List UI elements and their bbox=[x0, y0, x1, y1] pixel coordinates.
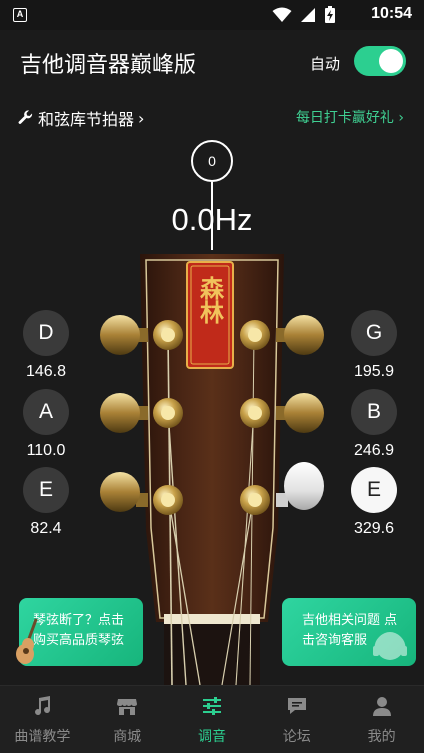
battery-icon bbox=[325, 6, 335, 23]
string-button-low-e[interactable]: E bbox=[23, 467, 69, 513]
auto-mode-label: 自动 bbox=[309, 55, 340, 73]
tuning-peg-right-1[interactable] bbox=[276, 315, 324, 355]
string-frequency-d: 146.8 bbox=[25, 363, 67, 380]
tab-forum[interactable]: 论坛 bbox=[254, 686, 339, 753]
chord-library-link[interactable]: 和弦库节拍器 › bbox=[18, 106, 144, 130]
status-bar: A 10:54 bbox=[0, 0, 424, 30]
clock: 10:54 bbox=[371, 5, 412, 22]
string-frequency-low-e: 82.4 bbox=[30, 520, 62, 537]
app-notification-icon: A bbox=[13, 8, 27, 22]
status-icons bbox=[272, 6, 336, 24]
toggle-knob bbox=[379, 49, 403, 73]
frequency-readout: 0.0Hz bbox=[171, 202, 253, 237]
tuner-stage: 森林 0 0.0Hz D 146.8 A 110.0 E 82.4 G 195.… bbox=[0, 130, 424, 685]
guitar-icon bbox=[16, 618, 38, 664]
tuning-peg-left-1[interactable] bbox=[100, 315, 148, 355]
string-frequency-high-e: 329.6 bbox=[353, 520, 395, 537]
tab-sheet-music[interactable]: 曲谱教学 bbox=[0, 686, 85, 753]
buy-strings-card[interactable]: 琴弦断了？点击 购买高品质琴弦 bbox=[16, 598, 143, 666]
tuning-post bbox=[153, 320, 183, 350]
string-button-b[interactable]: B bbox=[351, 389, 397, 435]
chevron-right-icon: › bbox=[398, 110, 404, 126]
sub-bar: 和弦库节拍器 › 每日打卡赢好礼 › bbox=[0, 104, 424, 130]
string-frequency-a: 110.0 bbox=[26, 442, 66, 459]
wifi-icon bbox=[272, 7, 292, 22]
string-button-a[interactable]: A bbox=[23, 389, 69, 435]
string-frequency-g: 195.9 bbox=[353, 363, 395, 380]
tuning-peg-left-3[interactable] bbox=[100, 472, 148, 512]
page-title: 吉他调音器巅峰版 bbox=[20, 53, 197, 78]
tab-tuner[interactable]: 调音 bbox=[170, 686, 255, 753]
string-frequency-b: 246.9 bbox=[353, 442, 395, 459]
string-button-high-e[interactable]: E bbox=[351, 467, 397, 513]
tab-label: 论坛 bbox=[282, 729, 311, 745]
tab-profile[interactable]: 我的 bbox=[339, 686, 424, 753]
daily-checkin-label: 每日打卡赢好礼 bbox=[295, 110, 394, 126]
tuning-needle-indicator: 0 bbox=[191, 140, 233, 182]
logo-text: 森林 bbox=[196, 276, 225, 324]
tuning-post bbox=[153, 398, 183, 428]
chevron-right-icon: › bbox=[138, 108, 145, 128]
wrench-icon bbox=[18, 110, 33, 124]
tuning-post bbox=[240, 320, 270, 350]
chord-library-label: 和弦库节拍器 bbox=[38, 110, 135, 129]
header: 吉他调音器巅峰版 自动 bbox=[0, 30, 424, 94]
string-button-d[interactable]: D bbox=[23, 310, 69, 356]
tuning-post bbox=[153, 485, 183, 515]
store-icon bbox=[117, 699, 138, 715]
tab-label: 我的 bbox=[367, 729, 396, 745]
tab-store[interactable]: 商城 bbox=[85, 686, 170, 753]
bottom-tab-bar: 曲谱教学 商城 调音 论坛 我的 bbox=[0, 685, 424, 753]
profile-icon bbox=[372, 697, 391, 716]
tuning-peg-left-2[interactable] bbox=[100, 393, 148, 433]
tab-label: 曲谱教学 bbox=[14, 729, 71, 745]
tuning-post bbox=[240, 485, 270, 515]
tuner-sliders-icon bbox=[202, 697, 221, 715]
string-button-g[interactable]: G bbox=[351, 310, 397, 356]
tab-label: 调音 bbox=[197, 729, 226, 745]
customer-service-card[interactable]: 吉他相关问题 点 击咨询客服 bbox=[282, 598, 416, 666]
forum-icon bbox=[287, 698, 306, 714]
tab-label: 商城 bbox=[113, 729, 142, 745]
buy-strings-line2: 购买高品质琴弦 bbox=[33, 633, 125, 648]
daily-checkin-link[interactable]: 每日打卡赢好礼 › bbox=[296, 107, 404, 127]
signal-icon bbox=[301, 8, 315, 22]
tuning-post bbox=[240, 398, 270, 428]
tuning-peg-right-2[interactable] bbox=[276, 393, 324, 433]
buy-strings-line1: 琴弦断了？点击 bbox=[33, 613, 125, 628]
headset-icon bbox=[373, 632, 407, 660]
tuning-peg-right-3-selected[interactable] bbox=[276, 462, 324, 510]
music-note-icon bbox=[35, 696, 51, 716]
auto-mode-toggle[interactable] bbox=[354, 46, 406, 76]
